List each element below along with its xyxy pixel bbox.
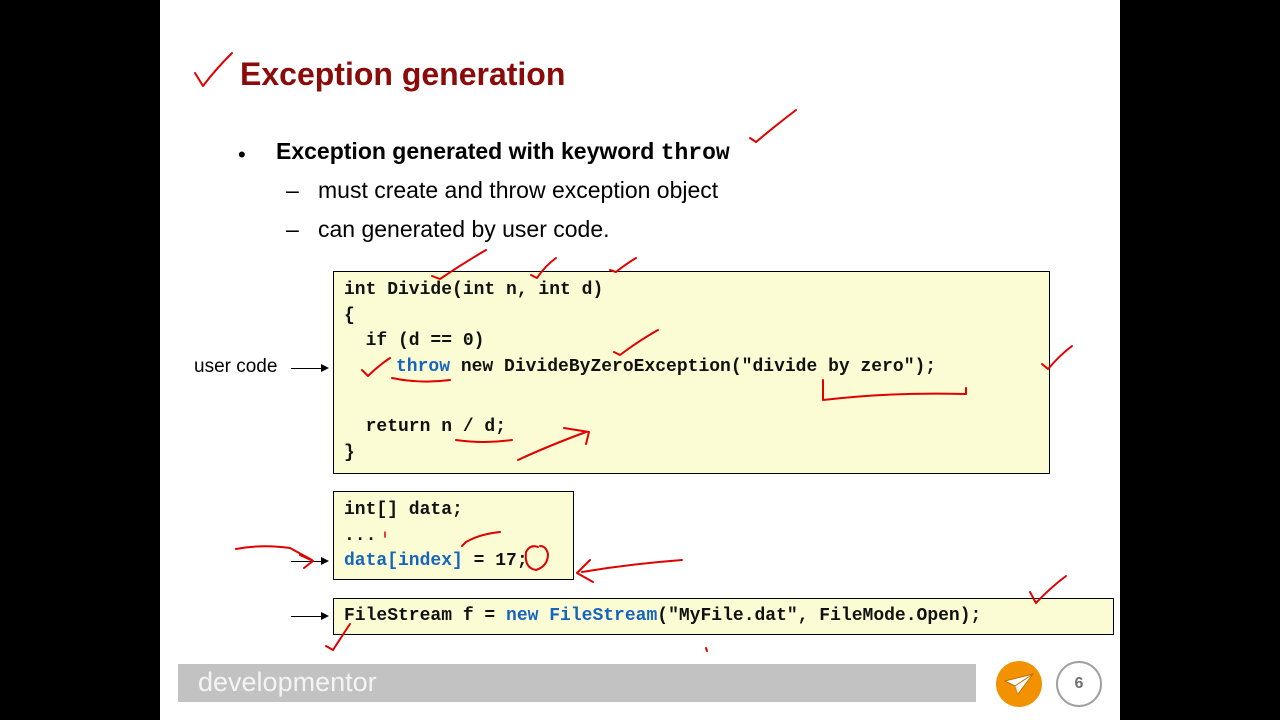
code-line-index: data[index] = 17; (344, 551, 528, 571)
code-line: } (344, 443, 355, 463)
subbullet-2: – can generated by user code. (286, 216, 610, 243)
subbullet-dash: – (286, 216, 299, 242)
array-access: data[index] (344, 551, 463, 571)
paper-plane-logo-icon (996, 661, 1042, 707)
code-line: if (d == 0) (344, 331, 485, 351)
arrow-head-icon (321, 612, 329, 620)
bullet-main: Exception generated with keyword throw (276, 138, 730, 166)
subbullet-1: – must create and throw exception object (286, 177, 718, 204)
footer-bar: developmentor (178, 664, 976, 702)
subbullet-dash: – (286, 177, 299, 203)
page-number: 6 (1056, 661, 1102, 707)
footer-brand: developmentor (198, 667, 377, 697)
throw-rest: new DivideByZeroException("divide by zer… (450, 357, 937, 377)
code-line: return n / d; (344, 417, 507, 437)
subbullet-text: must create and throw exception object (318, 177, 719, 203)
code-text: FileStream f = (344, 606, 507, 626)
throw-keyword: throw (396, 357, 451, 377)
arrow-line (291, 561, 323, 562)
subbullet-text: can generated by user code. (318, 216, 610, 242)
code-line: int[] data; (344, 500, 463, 520)
code-line-throw: throw new DivideByZeroException("divide … (396, 357, 936, 377)
slide: Exception generation • Exception generat… (160, 0, 1120, 720)
code-block-filestream: FileStream f = new FileStream("MyFile.da… (333, 598, 1114, 635)
type-name: FileStream (549, 606, 658, 626)
user-code-label: user code (194, 356, 278, 377)
code-line: ... (344, 526, 377, 546)
array-assign: = 17; (462, 551, 528, 571)
arrow-head-icon (321, 557, 329, 565)
bullet-marker: • (238, 142, 246, 167)
slide-title: Exception generation (240, 56, 566, 92)
code-block-divide: int Divide(int n, int d) { if (d == 0) t… (333, 271, 1050, 474)
code-block-array: int[] data; ... data[index] = 17; (333, 491, 574, 580)
arrow-head-icon (321, 364, 329, 372)
bullet-text: Exception generated with keyword (276, 138, 661, 164)
arrow-line (291, 616, 323, 617)
new-keyword: new (506, 606, 539, 626)
arrow-line (291, 368, 323, 369)
code-line: { (344, 306, 355, 326)
code-text: ("MyFile.dat", FileMode.Open); (657, 606, 982, 626)
bullet-keyword: throw (660, 140, 730, 166)
code-line: int Divide(int n, int d) (344, 280, 604, 300)
code-line-filestream: FileStream f = new FileStream("MyFile.da… (344, 606, 981, 626)
